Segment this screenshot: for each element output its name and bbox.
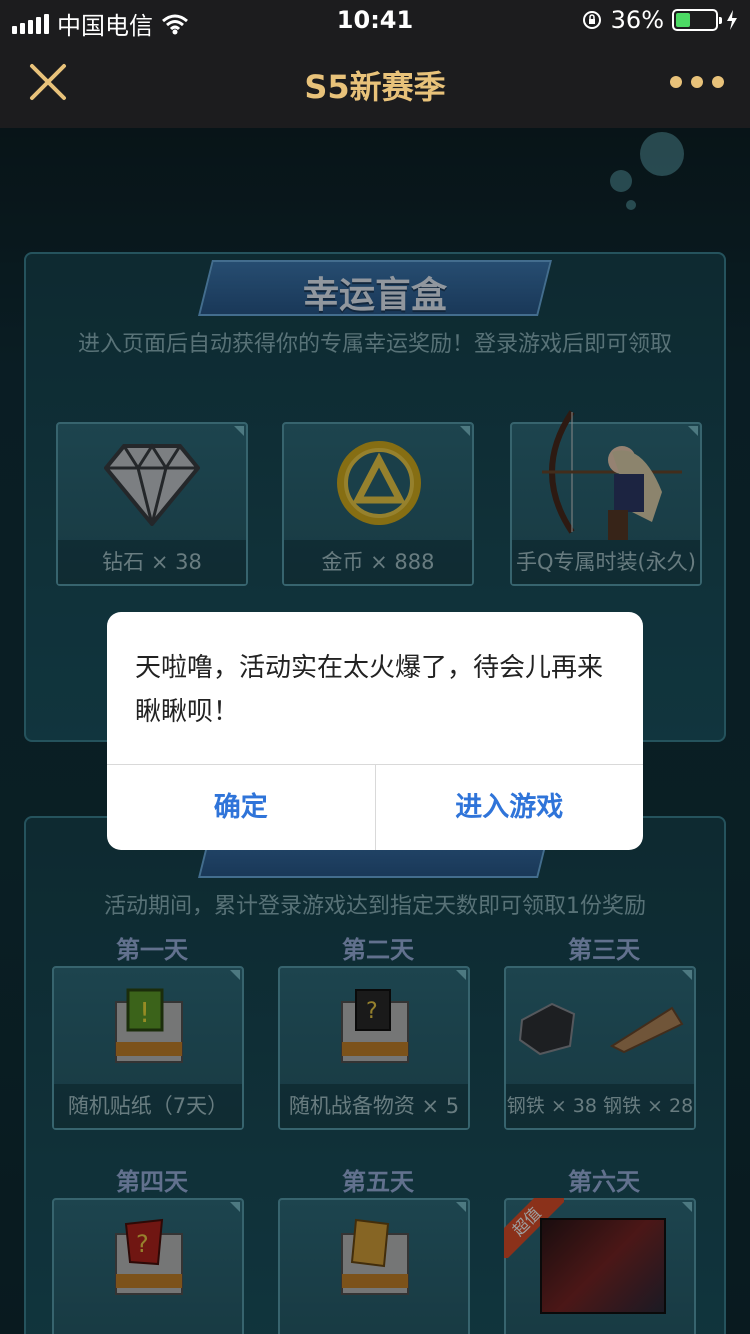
charging-icon <box>727 10 737 30</box>
rotation-lock-icon <box>582 11 601 29</box>
nav-bar: S5新赛季 <box>0 40 750 128</box>
confirm-button[interactable]: 确定 <box>107 765 375 850</box>
page-title: S5新赛季 <box>304 68 446 106</box>
status-right: 36% <box>581 6 738 34</box>
dialog-buttons: 确定 进入游戏 <box>107 764 643 850</box>
more-icon[interactable] <box>670 76 724 88</box>
status-bar: 中国电信 10:41 36% <box>0 0 750 40</box>
dialog-message: 天啦噜，活动实在太火爆了，待会儿再来瞅瞅呗！ <box>135 653 604 727</box>
battery-percent: 36% <box>610 6 664 34</box>
alert-dialog: 天啦噜，活动实在太火爆了，待会儿再来瞅瞅呗！ 确定 进入游戏 <box>107 612 643 850</box>
battery-icon <box>672 9 722 31</box>
battery-fill <box>676 13 690 27</box>
enter-game-button[interactable]: 进入游戏 <box>374 765 644 850</box>
